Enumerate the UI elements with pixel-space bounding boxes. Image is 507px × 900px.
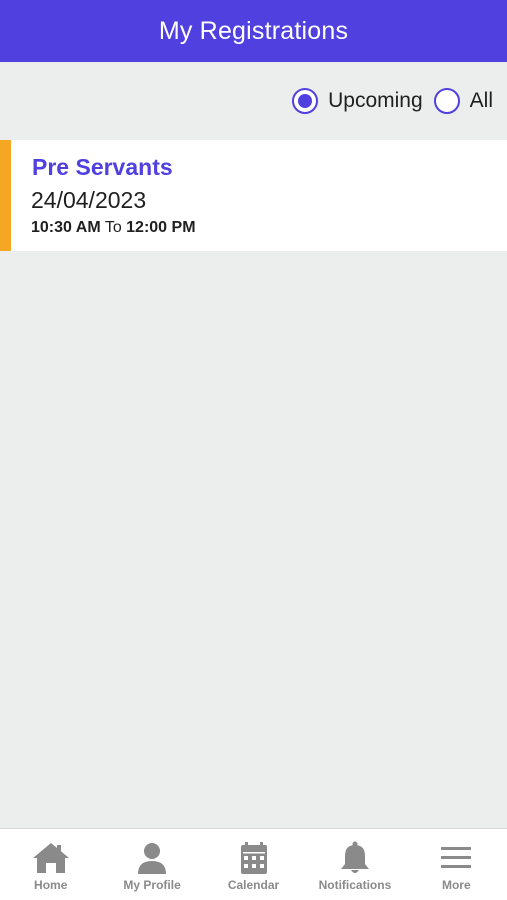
registration-filter: Upcoming All: [292, 84, 493, 118]
filter-upcoming-label: Upcoming: [328, 89, 423, 112]
tab-notifications-label: Notifications: [318, 878, 392, 892]
bell-icon: [335, 841, 375, 875]
filter-upcoming-radio[interactable]: Upcoming: [292, 88, 423, 114]
tab-home-label: Home: [34, 878, 68, 892]
bottom-tab-bar: Home My Profile Calendar Notifications M…: [0, 828, 507, 900]
radio-selected-icon: [292, 88, 319, 114]
tab-my-profile[interactable]: My Profile: [101, 829, 202, 900]
filter-all-label: All: [469, 89, 493, 112]
tab-more[interactable]: More: [406, 829, 507, 900]
radio-unselected-icon: [433, 88, 460, 114]
tab-notifications[interactable]: Notifications: [304, 829, 405, 900]
person-icon: [132, 841, 172, 875]
registration-card[interactable]: Pre Servants 24/04/2023 10:30 AM To 12:0…: [0, 140, 507, 251]
registration-time: 10:30 AM To 12:00 PM: [31, 219, 196, 237]
tab-my-profile-label: My Profile: [123, 878, 181, 892]
home-icon: [31, 841, 71, 875]
time-separator: To: [104, 219, 127, 236]
tab-calendar-label: Calendar: [227, 878, 280, 892]
app-header: My Registrations: [0, 0, 507, 62]
end-time: 12:00 PM: [126, 219, 196, 236]
registration-date: 24/04/2023: [31, 187, 147, 213]
menu-icon: [436, 841, 476, 875]
page-title: My Registrations: [158, 16, 349, 45]
tab-home[interactable]: Home: [0, 829, 101, 900]
registration-title: Pre Servants: [32, 154, 173, 180]
calendar-icon: [234, 841, 274, 875]
tab-calendar[interactable]: Calendar: [203, 829, 304, 900]
card-accent-bar: [0, 140, 11, 251]
start-time: 10:30 AM: [31, 219, 101, 236]
filter-all-radio[interactable]: All: [433, 88, 493, 114]
tab-more-label: More: [441, 878, 471, 892]
